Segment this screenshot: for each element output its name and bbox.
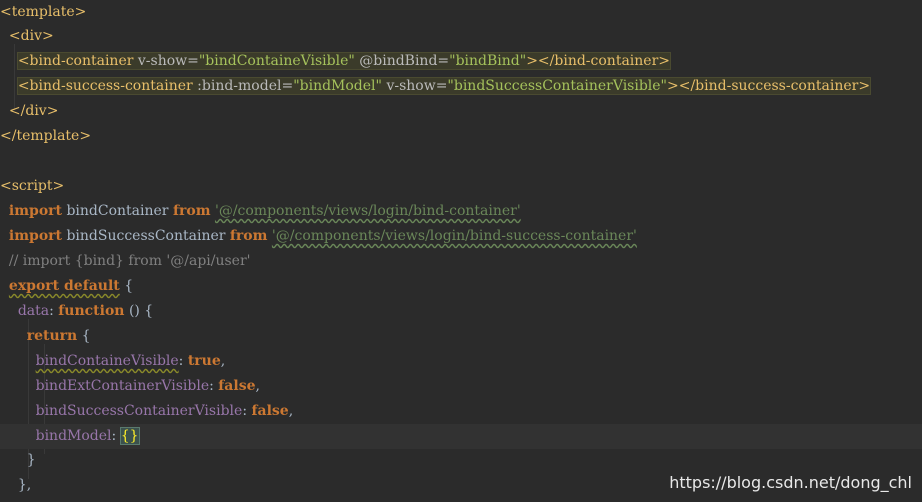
code-editor[interactable]: <template> <div> <bind-container v-show=… (0, 0, 922, 502)
attribute-name: @bindBind= (359, 53, 450, 69)
code-line: <template> (0, 0, 922, 25)
identifier: bindContainer (66, 203, 169, 219)
tag-bracket: < (0, 4, 12, 20)
tag-open: <bind-container (17, 53, 134, 69)
punctuation: , (220, 353, 226, 369)
attribute-value: "bindModel" (293, 78, 382, 94)
tag-open: <bind-success-container (17, 78, 193, 94)
tag-open: <script> (0, 178, 65, 194)
code-line: <bind-container v-show="bindContaineVisi… (0, 49, 922, 74)
code-line: export default { (0, 274, 922, 299)
code-line-current[interactable]: bindModel: {} (0, 424, 922, 449)
code-line: import bindSuccessContainer from '@/comp… (0, 224, 922, 249)
punctuation: : (209, 378, 214, 394)
punctuation: , (255, 378, 260, 394)
keyword: function (58, 303, 125, 319)
attribute-name: v-show= (137, 53, 199, 69)
tag-close: ></bind-container> (526, 53, 670, 69)
tag-bracket: > (42, 28, 54, 44)
property-name: bindContaineVisible (35, 353, 179, 369)
matched-braces: {} (119, 427, 140, 445)
punctuation: : (49, 303, 54, 319)
keyword: export default (8, 278, 120, 294)
keyword: return (26, 328, 78, 344)
punctuation: : (242, 403, 248, 419)
boolean-literal: false (218, 378, 256, 394)
keyword: import (8, 203, 63, 219)
code-line: bindSuccessContainerVisible: false, (0, 399, 922, 424)
punctuation: : (111, 428, 117, 444)
code-line: <bind-success-container :bind-model="bin… (0, 74, 922, 99)
boolean-literal: true (187, 353, 221, 369)
code-line: bindExtContainerVisible: false, (0, 374, 922, 399)
code-line: <script> (0, 174, 922, 199)
punctuation: { (81, 328, 91, 344)
punctuation: } (26, 452, 36, 468)
property-name: data (17, 303, 50, 319)
punctuation: }, (17, 477, 32, 493)
code-line: data: function () { (0, 299, 922, 324)
attribute-value: "bindSuccessContainerVisible" (447, 78, 667, 94)
code-line: import bindContainer from '@/components/… (0, 199, 922, 224)
property-name: bindExtContainerVisible (35, 378, 210, 394)
watermark-text: https://blog.csdn.net/dong_chl (669, 473, 912, 492)
punctuation: { (124, 278, 134, 294)
property-name: bindModel (35, 428, 112, 444)
tag-name: template (11, 4, 75, 20)
code-line: } (0, 448, 922, 473)
tag-close: </template> (0, 128, 92, 144)
code-line: </template> (0, 124, 922, 149)
punctuation: () { (128, 303, 154, 319)
comment: // import {bind} from '@/api/user' (8, 253, 251, 269)
punctuation: , (288, 403, 294, 419)
tag-close: ></bind-success-container> (667, 78, 871, 94)
tag-name: div (20, 28, 42, 44)
attribute-name: :bind-model= (197, 78, 294, 94)
string-literal: '@/components/views/login/bind-container… (214, 203, 521, 219)
attribute-value: "bindContaineVisible" (198, 53, 355, 69)
keyword: from (229, 228, 268, 244)
boolean-literal: false (251, 403, 289, 419)
attribute-value: "bindBind" (449, 53, 527, 69)
identifier: bindSuccessContainer (66, 228, 226, 244)
property-name: bindSuccessContainerVisible (35, 403, 243, 419)
attribute-name: v-show= (386, 78, 448, 94)
code-line: return { (0, 324, 922, 349)
code-line: </div> (0, 99, 922, 124)
string-literal: '@/components/views/login/bind-success-c… (271, 228, 637, 244)
tag-close: </div> (8, 103, 59, 119)
code-line: bindContaineVisible: true, (0, 349, 922, 374)
code-line: <div> (0, 24, 922, 49)
tag-bracket: < (8, 28, 21, 44)
tag-bracket: > (74, 4, 87, 20)
punctuation: : (178, 353, 184, 369)
keyword: from (172, 203, 211, 219)
code-line: // import {bind} from '@/api/user' (0, 249, 922, 274)
keyword: import (8, 228, 63, 244)
